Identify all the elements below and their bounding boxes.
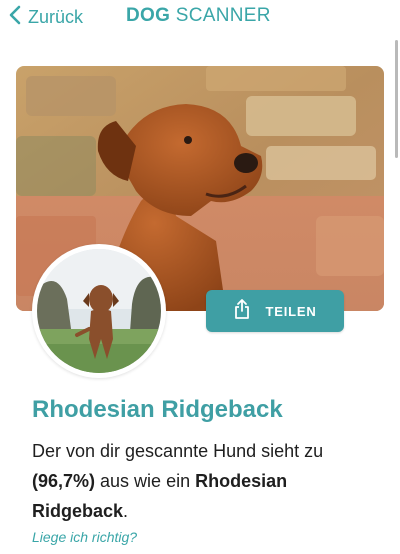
navigation-bar: Zurück DOG SCANNER (0, 0, 400, 36)
result-text-middle: aus wie ein (95, 471, 196, 491)
result-text-end: . (123, 501, 129, 521)
title-rest: SCANNER (170, 5, 271, 26)
share-label: TEILEN (265, 303, 317, 319)
result-description: Der von dir gescannte Hund sieht zu (96,… (32, 436, 382, 526)
title-bold: DOG (126, 5, 171, 26)
back-label: Zurück (28, 6, 84, 27)
result-percentage: (96,7%) (32, 471, 96, 491)
result-text-intro: Der von dir gescannte Hund sieht zu (32, 441, 324, 461)
scanned-photo-avatar (32, 244, 166, 378)
share-icon (233, 298, 265, 325)
share-button[interactable]: TEILEN (206, 290, 344, 332)
scrollbar[interactable] (395, 40, 398, 158)
page-title: DOG SCANNER (126, 5, 271, 27)
scanned-photo (37, 249, 161, 373)
back-button[interactable]: Zurück (8, 4, 83, 30)
feedback-link[interactable]: Liege ich richtig? (32, 529, 137, 545)
chevron-left-icon (8, 5, 22, 30)
breed-title: Rhodesian Ridgeback (32, 396, 283, 423)
